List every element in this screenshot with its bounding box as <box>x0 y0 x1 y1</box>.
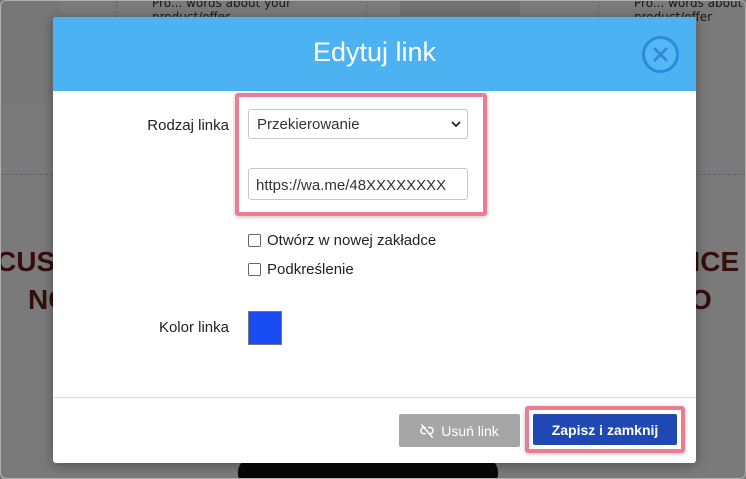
underline-option[interactable]: Podkreślenie <box>248 261 354 278</box>
open-new-tab-option[interactable]: Otwórz w nowej zakładce <box>248 232 436 249</box>
dialog-header: Edytuj link <box>53 17 696 91</box>
close-icon <box>653 47 668 62</box>
unlink-icon <box>420 423 434 438</box>
link-color-swatch[interactable] <box>248 311 282 345</box>
link-type-value: Przekierowanie <box>257 116 360 133</box>
link-type-select[interactable]: Przekierowanie <box>248 109 468 139</box>
close-button[interactable] <box>642 36 679 73</box>
remove-link-label: Usuń link <box>441 422 499 439</box>
underline-label: Podkreślenie <box>267 261 354 278</box>
open-new-tab-checkbox[interactable] <box>248 234 261 247</box>
url-input[interactable]: https://wa.me/48XXXXXXXX <box>248 168 468 200</box>
open-new-tab-label: Otwórz w nowej zakładce <box>267 232 437 249</box>
underline-checkbox[interactable] <box>248 263 261 276</box>
remove-link-button[interactable]: Usuń link <box>399 414 520 447</box>
dialog-title: Edytuj link <box>312 37 437 67</box>
link-color-label: Kolor linka <box>158 319 229 336</box>
chevron-down-icon <box>451 121 461 128</box>
save-and-close-button[interactable]: Zapisz i zamknij <box>533 414 677 445</box>
footer-divider <box>53 397 696 398</box>
edit-link-dialog: Edytuj link Rodzaj linka Przekierowanie … <box>53 17 696 463</box>
link-type-label: Rodzaj linka <box>147 117 229 134</box>
